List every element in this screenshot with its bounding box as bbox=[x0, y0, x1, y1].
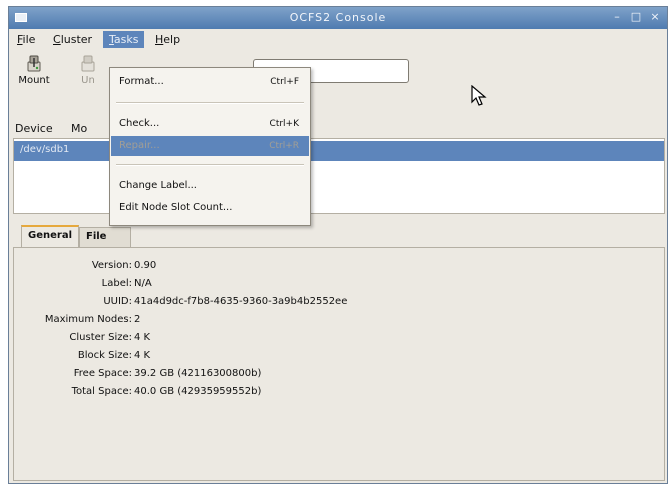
title-bar[interactable]: OCFS2 Console – □ × bbox=[9, 7, 667, 29]
menu-item-edit-node-slot-count[interactable]: Edit Node Slot Count... bbox=[111, 198, 309, 218]
mount-button[interactable]: Mount bbox=[11, 49, 57, 95]
menu-item-check[interactable]: Check... Ctrl+K bbox=[111, 114, 309, 134]
ocfs2-console-window: OCFS2 Console – □ × File Cluster Tasks H… bbox=[8, 6, 668, 484]
tasks-menu-dropdown: Format... Ctrl+F Check... Ctrl+K Repair.… bbox=[109, 67, 311, 226]
mount-icon bbox=[27, 55, 41, 72]
device-name: /dev/sdb1 bbox=[20, 144, 70, 155]
unmount-button[interactable]: Un bbox=[65, 49, 111, 95]
general-panel: Version: 0.90 Label: N/A UUID: 41a4d9dc-… bbox=[13, 247, 665, 481]
tab-file-listing[interactable]: File Listing bbox=[79, 227, 132, 260]
unmount-label: Un bbox=[81, 75, 95, 86]
tab-general[interactable]: General bbox=[21, 225, 79, 248]
toolbar: Mount Un bbox=[9, 49, 667, 97]
menu-file[interactable]: File bbox=[11, 31, 41, 48]
close-icon[interactable]: × bbox=[649, 10, 661, 24]
pointer-cursor-icon bbox=[471, 85, 487, 106]
mount-label: Mount bbox=[18, 75, 50, 86]
window-title: OCFS2 Console bbox=[289, 11, 387, 24]
menu-bar: File Cluster Tasks Help bbox=[9, 29, 667, 49]
minimize-icon[interactable]: – bbox=[611, 10, 623, 24]
menu-item-format[interactable]: Format... Ctrl+F bbox=[111, 72, 309, 92]
menu-tasks[interactable]: Tasks bbox=[103, 31, 145, 48]
menu-item-repair[interactable]: Repair... Ctrl+R bbox=[111, 136, 309, 156]
maximize-icon[interactable]: □ bbox=[630, 10, 642, 24]
menu-cluster[interactable]: Cluster bbox=[47, 31, 98, 48]
menu-help[interactable]: Help bbox=[149, 31, 186, 48]
menu-item-change-label[interactable]: Change Label... bbox=[111, 176, 309, 196]
menu-separator bbox=[116, 164, 304, 166]
unmount-icon bbox=[81, 55, 95, 72]
menu-separator bbox=[116, 102, 304, 104]
column-header-device[interactable]: Device bbox=[15, 122, 53, 135]
column-header-mountpoint[interactable]: Mo bbox=[71, 122, 87, 135]
device-list-header: Device Mo bbox=[9, 119, 667, 139]
